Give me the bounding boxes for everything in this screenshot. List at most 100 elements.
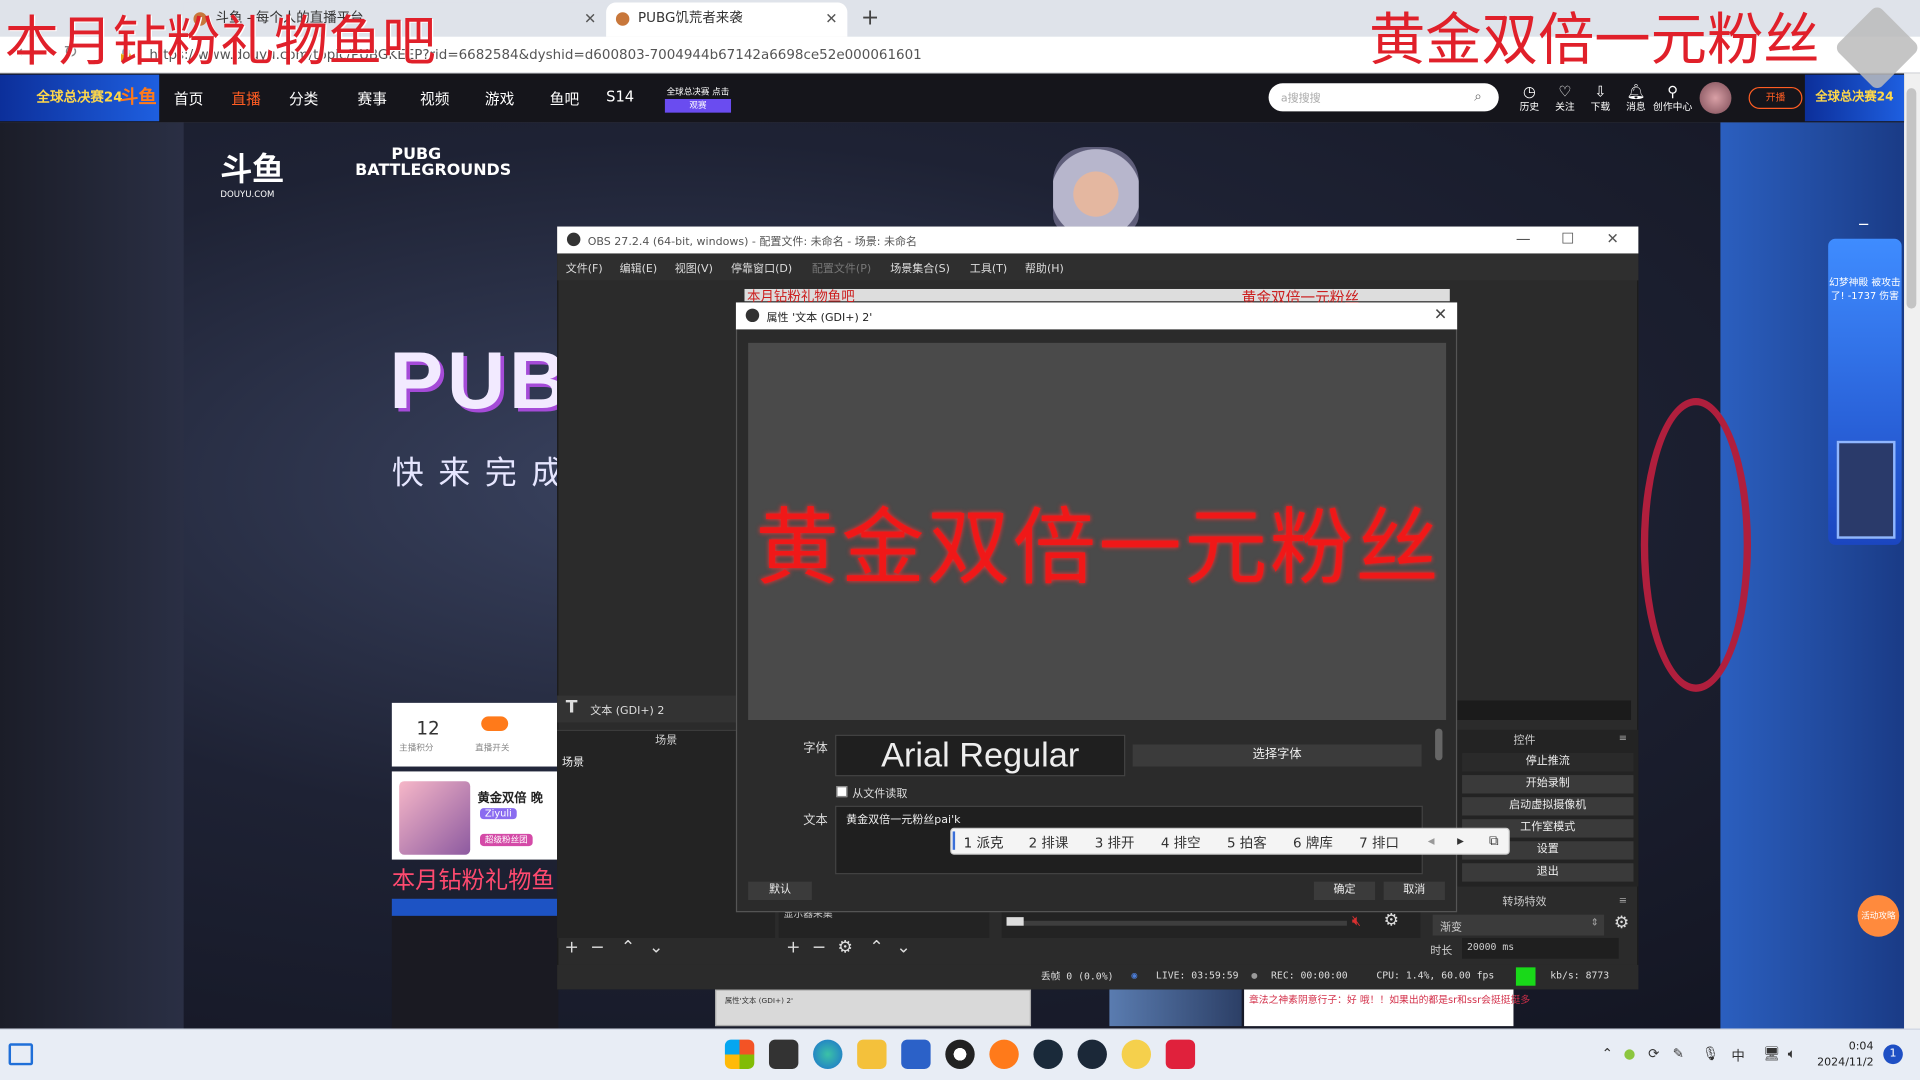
ime-next-icon[interactable]: ▸	[1457, 833, 1464, 849]
dialog-close-icon[interactable]: ✕	[1434, 306, 1447, 324]
browser-tab-active[interactable]: PUBG饥荒者来袭 ✕	[606, 2, 848, 37]
source-up-icon[interactable]: ⌃	[869, 938, 883, 958]
microphone-icon[interactable]: 🎙︎	[1702, 1046, 1719, 1062]
app-taskbar-icon[interactable]	[1033, 1039, 1063, 1069]
ime-candidate[interactable]: 7 排口	[1359, 833, 1399, 853]
nav-category[interactable]: 分类	[289, 88, 318, 109]
source-down-icon[interactable]: ⌄	[896, 938, 910, 958]
close-tab-icon[interactable]: ✕	[584, 2, 596, 34]
search-input[interactable]: a搜搜搜	[1268, 83, 1499, 112]
network-icon[interactable]: 🖥︎	[1763, 1046, 1780, 1062]
maximize-icon[interactable]: ☐	[1561, 230, 1574, 247]
menu-view[interactable]: 视图(V)	[675, 260, 713, 275]
menu-tools[interactable]: 工具(T)	[970, 260, 1007, 275]
streamer-avatar[interactable]	[399, 781, 471, 855]
game-launcher-icon[interactable]	[1121, 1039, 1152, 1069]
ime-indicator[interactable]: 中	[1731, 1046, 1744, 1066]
side-event-card[interactable]	[1836, 440, 1896, 539]
side-guide-button[interactable]: 活动攻略	[1857, 895, 1900, 937]
scene-item[interactable]: 场景	[562, 753, 584, 769]
go-live-button[interactable]: 开播	[1748, 86, 1803, 109]
select-font-button[interactable]: 选择字体	[1132, 744, 1422, 767]
steam-icon[interactable]	[1077, 1039, 1107, 1069]
remove-source-icon[interactable]: −	[812, 938, 826, 958]
douyu-logo[interactable]: 斗鱼	[120, 83, 157, 109]
virtual-camera-button[interactable]: 启动虚拟摄像机	[1462, 797, 1634, 816]
scene-up-icon[interactable]: ⌃	[621, 938, 635, 958]
mixer-settings-icon[interactable]: ⚙	[1384, 911, 1399, 931]
notification-badge[interactable]: 1	[1883, 1044, 1903, 1065]
scrollbar-thumb[interactable]	[1906, 88, 1917, 309]
close-icon[interactable]: ✕	[1607, 230, 1619, 247]
remove-scene-icon[interactable]: −	[590, 938, 604, 958]
nav-games[interactable]: 游戏	[485, 88, 514, 109]
stop-stream-button[interactable]: 停止推流	[1462, 753, 1634, 772]
menu-file[interactable]: 文件(F)	[566, 260, 603, 275]
app-red-icon[interactable]	[1165, 1039, 1196, 1069]
follow-button[interactable]: ♡ 关注	[1549, 83, 1581, 114]
add-source-icon[interactable]: +	[786, 938, 800, 958]
stream-thumbnail[interactable]	[391, 915, 559, 1029]
desktop-widget-icon[interactable]	[8, 1043, 34, 1066]
from-file-checkbox[interactable]	[836, 786, 848, 798]
promo-badge[interactable]: 全球总决赛 点击观赛	[664, 85, 732, 113]
new-tab-button[interactable]: +	[861, 5, 879, 31]
user-avatar[interactable]	[1699, 82, 1732, 114]
tray-app-icon[interactable]: ●	[1624, 1046, 1636, 1062]
ok-button[interactable]: 确定	[1313, 881, 1376, 900]
nav-yuba[interactable]: 鱼吧	[550, 88, 579, 109]
add-scene-icon[interactable]: +	[564, 938, 578, 958]
start-recording-button[interactable]: 开始录制	[1462, 775, 1634, 794]
message-button[interactable]: 🔔︎ 消息	[1620, 83, 1652, 114]
duration-input[interactable]: 20000 ms	[1462, 937, 1619, 959]
tray-pen-icon[interactable]: ✎	[1673, 1046, 1684, 1062]
scene-down-icon[interactable]: ⌄	[649, 938, 663, 958]
nav-video[interactable]: 视频	[420, 88, 449, 109]
ime-expand-icon[interactable]: ⧉	[1489, 833, 1499, 850]
event-banner-right[interactable]: 全球总决赛24	[1804, 74, 1905, 122]
clock[interactable]: 0:04 2024/11/2	[1817, 1040, 1874, 1072]
live-toggle[interactable]	[481, 716, 509, 732]
tray-expand-icon[interactable]: ⌃	[1602, 1046, 1613, 1062]
douyu-taskbar-icon[interactable]	[989, 1039, 1019, 1069]
source-settings-icon[interactable]: ⚙	[838, 938, 853, 958]
menu-help[interactable]: 帮助(H)	[1025, 260, 1064, 275]
task-view-icon[interactable]	[768, 1039, 799, 1069]
nav-home[interactable]: 首页	[174, 88, 203, 109]
start-icon[interactable]	[724, 1039, 755, 1069]
volume-slider-handle[interactable]	[1006, 917, 1024, 926]
creator-button[interactable]: ⚲ 创作中心	[1652, 83, 1694, 114]
volume-icon[interactable]: 🔈︎	[1788, 1046, 1796, 1063]
dock-menu-icon[interactable]: ≡	[1619, 732, 1627, 743]
dialog-scrollbar[interactable]	[1435, 728, 1443, 761]
ime-candidate[interactable]: 1 派克	[964, 833, 1004, 853]
ime-candidate[interactable]: 6 牌库	[1293, 833, 1333, 853]
menu-edit[interactable]: 编辑(E)	[620, 260, 658, 275]
exit-button[interactable]: 退出	[1462, 863, 1634, 882]
transition-settings-icon[interactable]: ⚙	[1614, 913, 1629, 933]
ime-candidate[interactable]: 5 拍客	[1227, 833, 1267, 853]
transition-select[interactable]: 渐变	[1432, 914, 1605, 936]
menu-scene-collection[interactable]: 场景集合(S)	[890, 260, 950, 275]
ime-candidate[interactable]: 2 排课	[1029, 833, 1069, 853]
download-button[interactable]: ⇩ 下载	[1584, 83, 1616, 114]
explorer-icon[interactable]	[857, 1039, 887, 1069]
ime-prev-icon[interactable]: ◂	[1428, 833, 1435, 849]
fan-club-badge[interactable]: 超级粉丝团	[480, 833, 533, 847]
history-button[interactable]: ◷ 历史	[1513, 83, 1545, 114]
ime-candidate[interactable]: 4 排空	[1161, 833, 1201, 853]
nav-live[interactable]: 直播	[231, 88, 260, 109]
edge-icon[interactable]	[813, 1039, 843, 1069]
mute-icon[interactable]: 🔇︎	[1352, 912, 1361, 930]
volume-slider[interactable]	[1008, 920, 1347, 926]
nav-events[interactable]: 赛事	[358, 88, 387, 109]
tray-sync-icon[interactable]: ⟳	[1648, 1046, 1659, 1062]
default-button[interactable]: 默认	[748, 881, 812, 900]
search-icon[interactable]: ⌕	[1474, 88, 1482, 105]
ime-candidate[interactable]: 3 排开	[1095, 833, 1135, 853]
obs-taskbar-icon[interactable]	[945, 1039, 975, 1069]
nav-s14[interactable]: S14	[606, 88, 634, 105]
menu-profile[interactable]: 配置文件(P)	[812, 260, 871, 275]
minimize-icon[interactable]: —	[1516, 230, 1531, 247]
dock-menu-icon[interactable]: ≡	[1619, 895, 1627, 906]
